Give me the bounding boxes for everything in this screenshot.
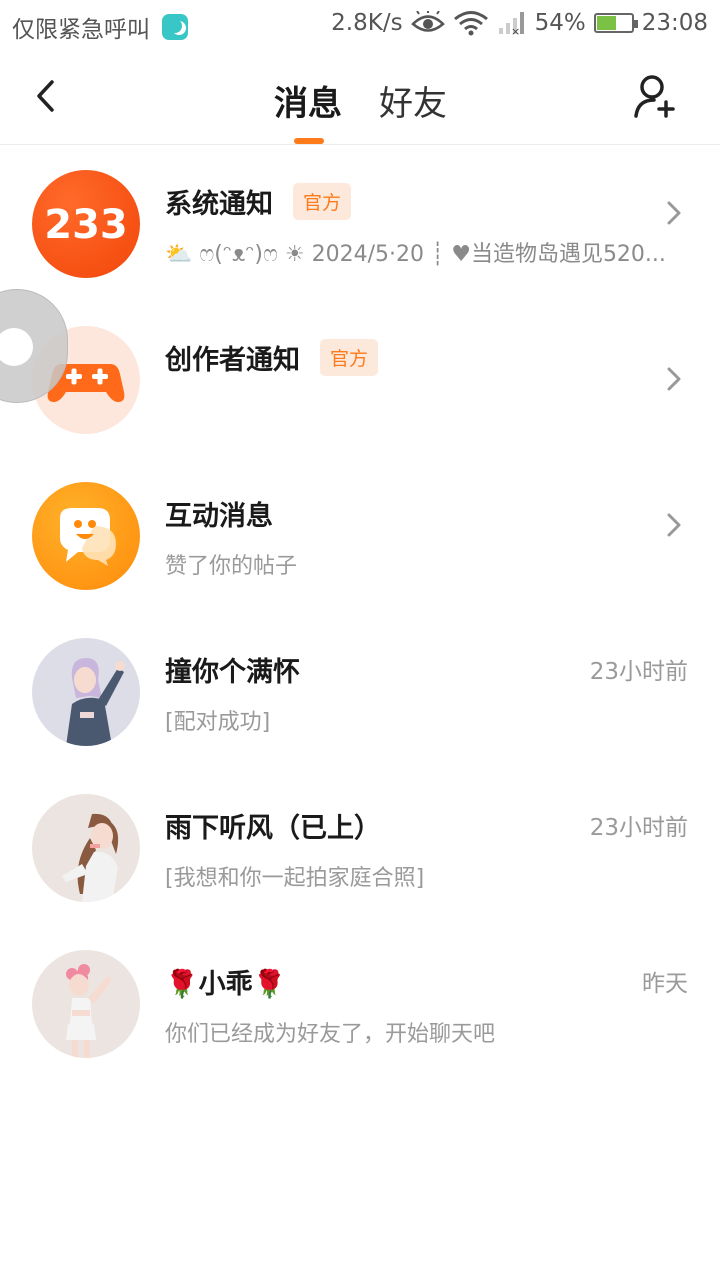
status-bar: 仅限紧急呼叫 2.8K/s × 54% 23:08 bbox=[0, 0, 720, 50]
contact-name: 撞你个满怀 bbox=[165, 657, 300, 688]
list-item[interactable]: 🌹小乖🌹 昨天 你们已经成为好友了，开始聊天吧 bbox=[0, 926, 720, 1082]
svg-text:×: × bbox=[511, 25, 520, 36]
clock: 23:08 bbox=[641, 10, 708, 36]
contact-name: 🌹小乖🌹 bbox=[165, 969, 287, 1000]
signal-icon: × bbox=[498, 12, 524, 36]
eye-icon bbox=[410, 11, 445, 32]
avatar-233-text: 233 bbox=[44, 202, 128, 248]
wifi-icon bbox=[453, 11, 488, 36]
last-message: ⛅ ෆ(ᵔᴥᵔ)ෆ ☀ 2024/5·20 ┊ ♥当造物岛遇见520... bbox=[165, 242, 666, 267]
last-message: [配对成功] bbox=[165, 710, 271, 735]
contact-name: 创作者通知 bbox=[165, 345, 300, 376]
contact-name: 系统通知 bbox=[165, 189, 273, 220]
chevron-left-icon[interactable] bbox=[28, 76, 68, 116]
message-time: 23小时前 bbox=[589, 815, 688, 841]
avatar bbox=[32, 794, 140, 902]
avatar bbox=[32, 638, 140, 746]
battery-percent: 54% bbox=[534, 10, 586, 36]
list-item[interactable]: 233 系统通知 官方 ⛅ ෆ(ᵔᴥᵔ)ෆ ☀ 2024/5·20 ┊ ♥当造物… bbox=[0, 146, 720, 302]
contact-name: 互动消息 bbox=[165, 501, 273, 532]
avatar-233: 233 bbox=[32, 170, 140, 278]
active-tab-indicator bbox=[294, 138, 324, 144]
chevron-right-icon bbox=[667, 513, 681, 537]
chat-smile-icon bbox=[60, 508, 116, 566]
avatar-interaction bbox=[32, 482, 140, 590]
message-time: 昨天 bbox=[642, 971, 688, 997]
character-avatar-icon bbox=[62, 813, 119, 902]
contact-name: 雨下听风（已上） bbox=[165, 813, 381, 844]
carrier-text: 仅限紧急呼叫 bbox=[12, 17, 150, 43]
character-avatar-icon bbox=[66, 964, 112, 1058]
floating-button-dot bbox=[0, 328, 33, 366]
chevron-right-icon bbox=[667, 201, 681, 225]
do-not-disturb-icon bbox=[162, 14, 188, 40]
status-right: 2.8K/s × 54% 23:08 bbox=[331, 10, 708, 36]
battery-icon bbox=[593, 13, 638, 33]
last-message: [我想和你一起拍家庭合照] bbox=[165, 866, 425, 891]
avatar bbox=[32, 950, 140, 1058]
last-message: 赞了你的帖子 bbox=[165, 554, 298, 579]
net-speed: 2.8K/s bbox=[331, 10, 403, 36]
message-time: 23小时前 bbox=[589, 659, 688, 685]
official-badge: 官方 bbox=[293, 183, 352, 220]
list-item[interactable]: 撞你个满怀 23小时前 [配对成功] bbox=[0, 614, 720, 770]
logo-233-icon: 233 bbox=[44, 202, 128, 248]
list-item[interactable]: 雨下听风（已上） 23小时前 [我想和你一起拍家庭合照] bbox=[0, 770, 720, 926]
list-item[interactable]: 互动消息 赞了你的帖子 bbox=[0, 458, 720, 614]
chevron-right-icon bbox=[667, 367, 681, 391]
list-item[interactable]: 创作者通知 官方 bbox=[0, 302, 720, 458]
tab-messages[interactable]: 消息 bbox=[274, 76, 342, 125]
status-left: 仅限紧急呼叫 bbox=[12, 10, 188, 44]
character-avatar-icon bbox=[66, 658, 125, 746]
add-user-icon[interactable] bbox=[632, 72, 680, 120]
top-nav: 消息 好友 bbox=[0, 50, 720, 145]
official-badge: 官方 bbox=[320, 339, 379, 376]
tab-friends[interactable]: 好友 bbox=[379, 76, 447, 125]
last-message: 你们已经成为好友了，开始聊天吧 bbox=[165, 1022, 496, 1047]
